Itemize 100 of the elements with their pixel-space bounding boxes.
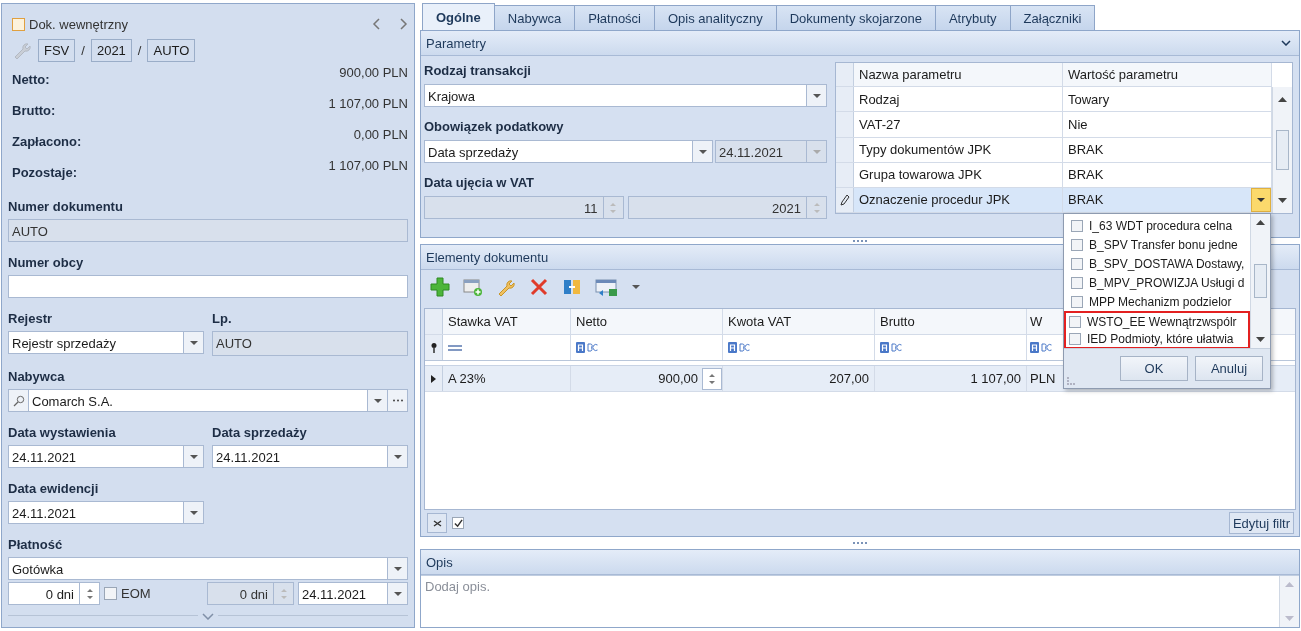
add-icon[interactable] — [430, 277, 450, 297]
dialog-button[interactable]: Anuluj — [1195, 356, 1263, 381]
tab[interactable]: Dokumenty skojarzone — [775, 5, 936, 30]
resize-grip-icon[interactable] — [1067, 377, 1075, 385]
window-add-icon[interactable] — [463, 277, 483, 297]
document-number-segment[interactable]: 2021 — [90, 38, 132, 62]
total-value: 1 107,00 PLN — [328, 96, 408, 113]
tab[interactable]: Załączniki — [1009, 5, 1096, 30]
text-filter-icon[interactable] — [1030, 342, 1052, 353]
scroll-down-icon[interactable] — [1278, 198, 1287, 203]
tax-obligation-dropdown[interactable]: Data sprzedaży — [424, 140, 693, 163]
description-field[interactable]: Dodaj opis. — [421, 576, 1279, 627]
delete-icon[interactable] — [529, 277, 549, 297]
next-icon[interactable] — [398, 18, 408, 30]
eom-checkbox[interactable] — [104, 587, 117, 600]
column-header[interactable]: Kwota VAT — [723, 309, 875, 334]
option-row[interactable]: IED Podmioty, które ułatwia — [1064, 330, 1250, 348]
column-header[interactable]: Wartość parametru — [1063, 63, 1272, 87]
column-header[interactable]: Netto — [571, 309, 723, 334]
record-date-field[interactable]: 24.11.2021 — [8, 501, 184, 524]
option-checkbox[interactable] — [1071, 257, 1083, 270]
column-header[interactable]: Brutto — [875, 309, 1027, 334]
option-label[interactable]: B_SPV_DOSTAWA Dostawy, — [1089, 256, 1245, 271]
option-checkbox[interactable] — [1071, 276, 1083, 289]
clear-filter-button[interactable] — [427, 513, 447, 533]
split-icon[interactable] — [562, 277, 582, 297]
term-field[interactable]: 0 dni — [8, 582, 80, 605]
previous-icon[interactable] — [372, 18, 382, 30]
dropdown-button[interactable] — [388, 445, 408, 468]
dropdown-button[interactable] — [184, 501, 204, 524]
option-row[interactable]: MPP Mechanizm podzielor — [1064, 292, 1250, 311]
option-row[interactable]: WSTO_EE Wewnątrzwspólr — [1064, 311, 1250, 330]
option-label[interactable]: IED Podmioty, które ułatwia — [1087, 331, 1234, 346]
table-cell: BRAK — [1068, 192, 1104, 208]
grid-row[interactable]: Grupa towarowa JPK BRAK — [836, 162, 1272, 188]
tab[interactable]: Opis analityczny — [654, 5, 777, 30]
tab[interactable]: Atrybuty — [934, 5, 1011, 30]
grid-row[interactable]: Rodzaj Towary — [836, 87, 1272, 113]
payment-dropdown[interactable]: Gotówka — [8, 557, 388, 580]
option-checkbox[interactable] — [1071, 295, 1083, 308]
option-checkbox[interactable] — [1071, 219, 1083, 232]
scrollbar[interactable] — [1250, 214, 1270, 348]
option-checkbox[interactable] — [1069, 315, 1081, 328]
column-header[interactable]: Nazwa parametru — [854, 63, 1063, 87]
due-date-field[interactable]: 24.11.2021 — [298, 582, 388, 605]
dropdown-button[interactable] — [368, 389, 388, 412]
dropdown-button[interactable] — [184, 445, 204, 468]
tab[interactable]: Płatności — [574, 5, 655, 30]
dropdown-button[interactable] — [1251, 187, 1271, 212]
tab[interactable]: Ogólne — [422, 3, 495, 30]
document-number-segment[interactable]: FSV — [38, 38, 76, 62]
option-row[interactable]: B_MPV_PROWIZJA Usługi d — [1064, 273, 1250, 292]
option-checkbox[interactable] — [1071, 238, 1083, 251]
scrollbar-thumb[interactable] — [1276, 130, 1289, 170]
register-dropdown[interactable]: Rejestr sprzedaży — [8, 331, 184, 354]
equals-icon[interactable] — [448, 344, 462, 351]
filter-checkbox[interactable] — [452, 517, 464, 529]
internal-document-checkbox[interactable] — [12, 17, 25, 31]
grid-row[interactable]: Oznaczenie procedur JPK BRAK — [836, 187, 1272, 213]
option-label[interactable]: I_63 WDT procedura celna — [1089, 218, 1233, 233]
dropdown-button[interactable] — [693, 140, 713, 163]
collapse-chevron-icon[interactable] — [1281, 40, 1291, 46]
external-number-field[interactable] — [8, 275, 408, 298]
buyer-field[interactable]: Comarch S.A. — [28, 389, 368, 412]
dialog-button[interactable]: OK — [1120, 356, 1188, 381]
option-label[interactable]: B_MPV_PROWIZJA Usługi d — [1089, 275, 1245, 290]
dropdown-button[interactable] — [388, 582, 408, 605]
search-button[interactable] — [8, 389, 28, 412]
caret-icon[interactable] — [632, 285, 640, 289]
option-label[interactable]: MPP Mechanizm podzielor — [1089, 294, 1232, 309]
text-filter-icon[interactable] — [880, 342, 902, 353]
dropdown-button[interactable] — [388, 557, 408, 580]
spin-button[interactable] — [80, 582, 100, 605]
transaction-type-dropdown[interactable]: Krajowa — [424, 84, 807, 107]
spin-button[interactable] — [702, 367, 722, 390]
wrench-icon[interactable] — [496, 277, 516, 297]
grid-row[interactable]: Typy dokumentów JPK BRAK — [836, 137, 1272, 163]
edit-filter-button[interactable]: Edytuj filtr — [1228, 512, 1294, 534]
text-filter-icon[interactable] — [728, 342, 750, 353]
scrollbar[interactable] — [1272, 87, 1292, 213]
scrollbar-thumb[interactable] — [1254, 264, 1267, 298]
option-row[interactable]: B_SPV_DOSTAWA Dostawy, — [1064, 254, 1250, 273]
option-checkbox[interactable] — [1069, 332, 1081, 345]
scroll-up-icon[interactable] — [1278, 97, 1287, 102]
sale-date-field[interactable]: 24.11.2021 — [212, 445, 388, 468]
option-row[interactable]: I_63 WDT procedura celna — [1064, 216, 1250, 235]
panel-header[interactable]: Parametry — [421, 31, 1299, 56]
table-export-icon[interactable] — [595, 277, 619, 297]
text-filter-icon[interactable] — [576, 342, 598, 353]
dropdown-button[interactable] — [807, 84, 827, 107]
dropdown-button[interactable] — [184, 331, 204, 354]
tab[interactable]: Nabywca — [493, 5, 576, 30]
panel-header[interactable]: Opis — [421, 550, 1299, 575]
scroll-up-icon[interactable] — [1256, 220, 1265, 225]
grid-row[interactable]: VAT-27 Nie — [836, 112, 1272, 138]
scroll-down-icon[interactable] — [1256, 337, 1265, 342]
issue-date-field[interactable]: 24.11.2021 — [8, 445, 184, 468]
option-label[interactable]: WSTO_EE Wewnątrzwspólr — [1087, 314, 1237, 329]
column-header[interactable]: Stawka VAT — [443, 309, 571, 334]
document-number-segment[interactable]: AUTO — [147, 38, 196, 62]
